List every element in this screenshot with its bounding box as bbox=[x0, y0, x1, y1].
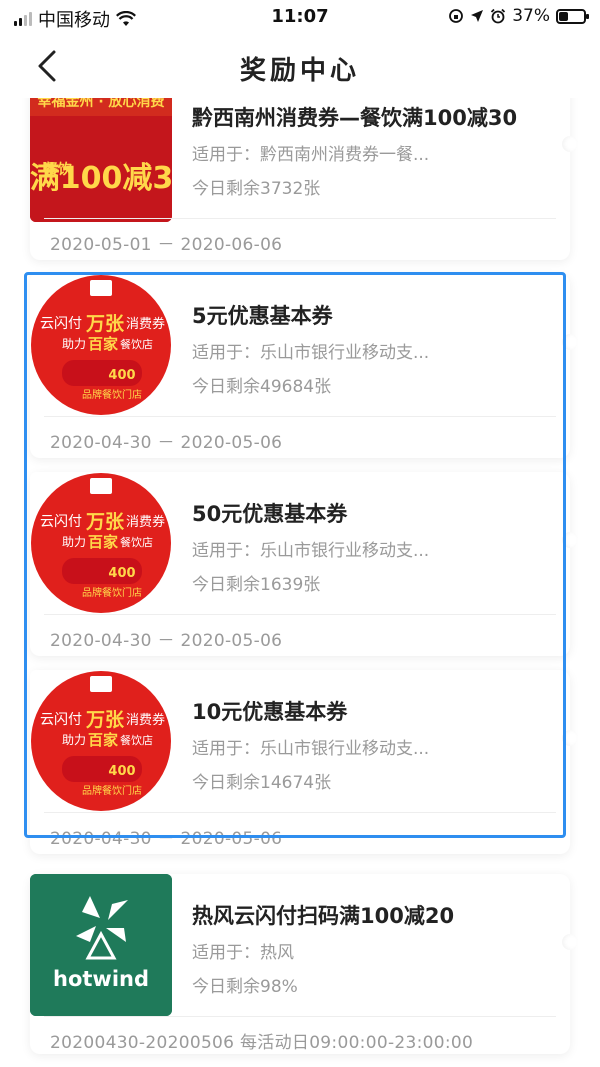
coupon-scope: 适用于：乐山市银行业移动支... bbox=[192, 343, 430, 363]
thumb-num: 400 bbox=[108, 368, 135, 383]
card-divider bbox=[44, 416, 556, 417]
thumb-top-text: 幸福金州 · 放心消费 bbox=[37, 98, 164, 110]
thumb-line2b: 餐饮店 bbox=[120, 535, 153, 549]
thumb-line1: 云闪付 bbox=[40, 316, 82, 332]
coupon-thumbnail-art: 幸福金州 · 放心消费 餐饮 满100减30 bbox=[30, 98, 172, 222]
thumb-big2: 百家 bbox=[88, 731, 118, 749]
coupon-scope: 适用于：乐山市银行业移动支... bbox=[192, 541, 430, 561]
card-notch bbox=[562, 730, 578, 746]
coupon-title: 黔西南州消费券—餐饮满100减30 bbox=[192, 106, 518, 130]
coupon-title: 10元优惠基本券 bbox=[192, 700, 348, 724]
hotwind-logo-icon: hotwind bbox=[30, 874, 172, 1016]
coupon-thumbnail: 幸福金州 · 放心消费 餐饮 满100减30 bbox=[30, 98, 172, 222]
nav-bar: 奖励中心 bbox=[0, 34, 600, 98]
thumb-store: 品牌餐饮门店 bbox=[82, 586, 142, 599]
thumb-line2b: 餐饮店 bbox=[120, 337, 153, 351]
coupon-scope: 适用于：黔西南州消费券一餐... bbox=[192, 145, 430, 165]
coupon-scope: 适用于：乐山市银行业移动支... bbox=[192, 739, 430, 759]
coupon-date: 2020-05-01 － 2020-06-06 bbox=[50, 235, 283, 255]
status-right: 37% bbox=[448, 6, 589, 26]
coupon-title: 50元优惠基本券 bbox=[192, 502, 348, 526]
rotation-lock-icon bbox=[449, 9, 464, 23]
card-notch bbox=[562, 934, 578, 950]
thumb-main-text: 满100减30 bbox=[30, 161, 172, 196]
coupon-remaining: 今日剩余1639张 bbox=[192, 575, 321, 595]
card-notch bbox=[562, 334, 578, 350]
card-notch bbox=[562, 532, 578, 548]
page-title: 奖励中心 bbox=[239, 56, 360, 86]
coupon-scope: 适用于：热风 bbox=[192, 943, 294, 963]
coupon-thumbnail-art: 云闪付 万张 消费券 助力 百家 餐饮店 400 品牌餐饮门店 bbox=[30, 670, 172, 812]
thumb-line2: 助力 bbox=[62, 535, 86, 549]
coupon-thumbnail-art: 云闪付 万张 消费券 助力 百家 餐饮店 400 品牌餐饮门店 bbox=[30, 472, 172, 614]
coupon-remaining: 今日剩余49684张 bbox=[192, 377, 332, 397]
coupon-thumbnail: hotwind bbox=[30, 874, 172, 1016]
battery-icon bbox=[556, 8, 589, 24]
coupon-remaining: 今日剩余98% bbox=[192, 977, 298, 997]
card-divider bbox=[44, 218, 556, 219]
coupon-card[interactable]: 云闪付 万张 消费券 助力 百家 餐饮店 400 品牌餐饮门店 10元优惠基本券… bbox=[30, 670, 578, 854]
thumb-big: 万张 bbox=[85, 511, 125, 533]
thumb-store: 品牌餐饮门店 bbox=[82, 784, 142, 797]
coupon-remaining: 今日剩余14674张 bbox=[192, 773, 332, 793]
thumb-store: 品牌餐饮门店 bbox=[82, 388, 142, 401]
thumb-big2: 百家 bbox=[88, 533, 118, 551]
thumb-num: 400 bbox=[108, 764, 135, 779]
card-divider bbox=[44, 1016, 556, 1017]
coupon-thumbnail-art: 云闪付 万张 消费券 助力 百家 餐饮店 400 品牌餐饮门店 bbox=[30, 274, 172, 416]
thumb-big: 万张 bbox=[85, 709, 125, 731]
coupon-remaining: 今日剩余3732张 bbox=[192, 179, 321, 199]
coupon-title: 5元优惠基本券 bbox=[192, 304, 333, 328]
thumb-brand-text: hotwind bbox=[53, 967, 149, 991]
thumb-big: 万张 bbox=[85, 313, 125, 335]
thumb-line2: 助力 bbox=[62, 733, 86, 747]
coupon-card[interactable]: 幸福金州 · 放心消费 餐饮 满100减30 黔西南州消费券—餐饮满100减30… bbox=[30, 98, 578, 260]
battery-percent: 37% bbox=[512, 6, 550, 26]
coupon-thumbnail: 云闪付 万张 消费券 助力 百家 餐饮店 400 品牌餐饮门店 bbox=[30, 670, 172, 812]
thumb-big2: 百家 bbox=[88, 335, 118, 353]
coupon-card[interactable]: 云闪付 万张 消费券 助力 百家 餐饮店 400 品牌餐饮门店 50元优惠基本券… bbox=[30, 472, 578, 656]
coupon-thumbnail: 云闪付 万张 消费券 助力 百家 餐饮店 400 品牌餐饮门店 bbox=[30, 472, 172, 614]
thumb-line1b: 消费券 bbox=[126, 316, 165, 332]
card-divider bbox=[44, 812, 556, 813]
thumb-line2b: 餐饮店 bbox=[120, 733, 153, 747]
coupon-date: 2020-04-30 － 2020-05-06 bbox=[50, 433, 283, 453]
coupon-card[interactable]: 云闪付 万张 消费券 助力 百家 餐饮店 400 品牌餐饮门店 5元优惠基本券 … bbox=[30, 274, 578, 458]
thumb-line1b: 消费券 bbox=[126, 514, 165, 530]
thumb-line1b: 消费券 bbox=[126, 712, 165, 728]
coupon-title: 热风云闪付扫码满100减20 bbox=[192, 904, 455, 928]
thumb-num: 400 bbox=[108, 566, 135, 581]
thumb-line1: 云闪付 bbox=[40, 514, 82, 530]
location-icon bbox=[471, 10, 484, 22]
card-divider bbox=[44, 614, 556, 615]
coupon-date: 2020-04-30 － 2020-05-06 bbox=[50, 631, 283, 651]
thumb-line2: 助力 bbox=[62, 337, 86, 351]
coupon-date: 2020-04-30 － 2020-05-06 bbox=[50, 829, 283, 849]
alarm-icon bbox=[491, 8, 506, 24]
coupon-date: 20200430-20200506 每活动日09:00:00-23:00:00 bbox=[50, 1033, 474, 1053]
thumb-line1: 云闪付 bbox=[40, 712, 82, 728]
coupon-card[interactable]: hotwind 热风云闪付扫码满100减20 适用于：热风 今日剩余98% 20… bbox=[30, 874, 578, 1054]
battery-fill bbox=[559, 11, 568, 21]
coupon-thumbnail: 云闪付 万张 消费券 助力 百家 餐饮店 400 品牌餐饮门店 bbox=[30, 274, 172, 416]
status-bar: 中国移动 11:07 37% bbox=[0, 0, 600, 34]
card-notch bbox=[562, 136, 578, 152]
coupon-list[interactable]: 幸福金州 · 放心消费 餐饮 满100减30 黔西南州消费券—餐饮满100减30… bbox=[0, 98, 600, 1067]
